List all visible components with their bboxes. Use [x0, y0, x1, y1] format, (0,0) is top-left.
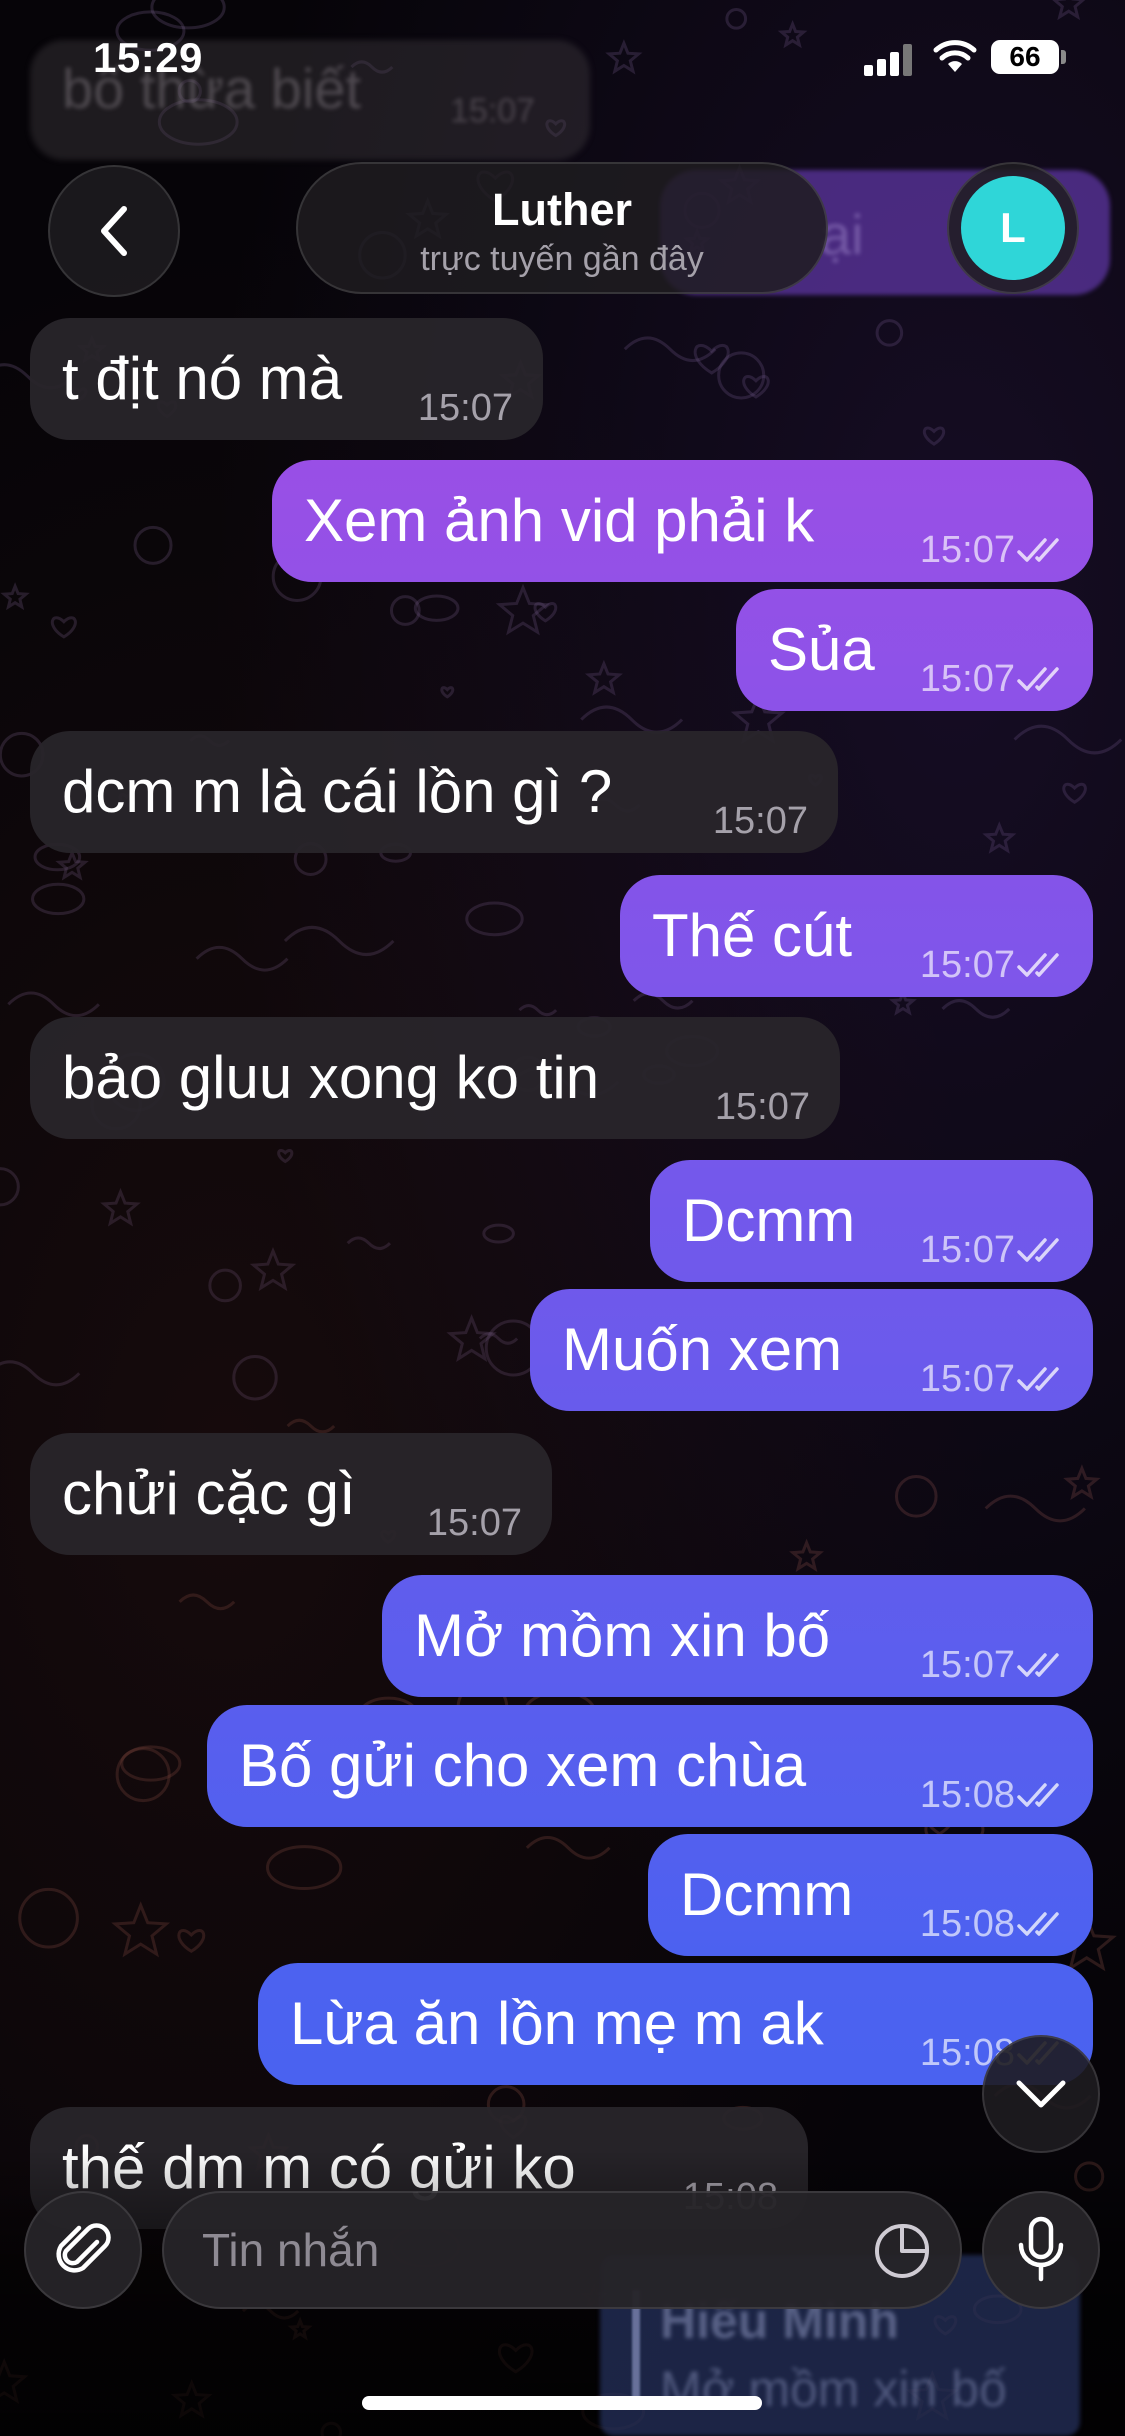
message-text: dcm m là cái lồn gì ?: [62, 758, 613, 825]
message-input[interactable]: Tin nhắn: [162, 2191, 962, 2309]
message-time: 15:07: [417, 387, 513, 429]
message-time: 15:07: [919, 1229, 1015, 1271]
message-text: Sủa: [768, 616, 875, 683]
message-time: 15:07: [919, 1358, 1015, 1400]
scroll-down-button[interactable]: [982, 2035, 1100, 2153]
battery-icon: 66: [991, 40, 1059, 74]
wifi-icon: [933, 40, 977, 72]
message-text: Xem ảnh vid phải k: [304, 487, 815, 554]
message-time: 15:08: [919, 1903, 1015, 1945]
contact-status: trực tuyến gần đây: [420, 240, 704, 278]
outgoing-message[interactable]: Muốn xem 15:07: [530, 1289, 1093, 1411]
message-text: t địt nó mà: [62, 345, 343, 412]
message-text: Dcmm: [682, 1187, 856, 1254]
message-text: Lừa ăn lồn mẹ m ak: [290, 1990, 824, 2057]
outgoing-message[interactable]: Xem ảnh vid phải k 15:07: [272, 460, 1093, 582]
message-text: Thế cút: [652, 902, 853, 969]
incoming-message[interactable]: chửi cặc gì 15:07: [30, 1433, 552, 1555]
microphone-button[interactable]: [982, 2191, 1100, 2309]
sticker-icon[interactable]: [872, 2221, 932, 2281]
message-text: bảo gluu xong ko tin: [62, 1044, 600, 1111]
outgoing-message[interactable]: Thế cút 15:07: [620, 875, 1093, 997]
read-ticks-icon: [1017, 1653, 1059, 1677]
back-chevron-icon: [101, 206, 127, 256]
status-bar: 15:29 66: [0, 0, 1125, 130]
read-ticks-icon: [1017, 667, 1059, 691]
contact-name: Luther: [492, 184, 632, 235]
status-time: 15:29: [93, 34, 203, 81]
chat-screen: bố thừa biết 15:07 ại 15:29 66 Luther tr…: [0, 0, 1125, 2436]
read-ticks-icon: [1017, 1238, 1059, 1262]
avatar-button[interactable]: L: [947, 162, 1079, 294]
outgoing-message[interactable]: Mở mồm xin bố 15:07: [382, 1575, 1093, 1697]
message-time: 15:07: [919, 529, 1015, 571]
message-text: Mở mồm xin bố: [414, 1602, 831, 1669]
message-text: Dcmm: [680, 1861, 854, 1928]
chat-title[interactable]: Luther trực tuyến gần đây: [296, 162, 828, 294]
read-ticks-icon: [1017, 1783, 1059, 1807]
message-time: 15:07: [919, 1644, 1015, 1686]
battery-tip: [1061, 50, 1066, 64]
incoming-message[interactable]: t địt nó mà 15:07: [30, 318, 543, 440]
message-time: 15:07: [426, 1502, 522, 1544]
incoming-message[interactable]: dcm m là cái lồn gì ? 15:07: [30, 731, 838, 853]
message-input-placeholder: Tin nhắn: [202, 2224, 380, 2276]
chevron-down-icon: [1016, 2080, 1066, 2108]
outgoing-message[interactable]: Lừa ăn lồn mẹ m ak 15:08: [258, 1963, 1093, 2085]
paperclip-icon: [56, 2223, 111, 2273]
read-ticks-icon: [1017, 953, 1059, 977]
message-time: 15:07: [714, 1086, 810, 1128]
outgoing-message[interactable]: Bố gửi cho xem chùa 15:08: [207, 1705, 1093, 1827]
message-time: 15:08: [919, 1774, 1015, 1816]
incoming-message[interactable]: bảo gluu xong ko tin 15:07: [30, 1017, 840, 1139]
microphone-icon: [1018, 2216, 1064, 2282]
message-text: chửi cặc gì: [62, 1460, 356, 1527]
back-button[interactable]: [48, 165, 180, 297]
attach-button[interactable]: [24, 2191, 142, 2309]
read-ticks-icon: [1017, 1912, 1059, 1936]
message-time: 15:07: [919, 944, 1015, 986]
message-text: Bố gửi cho xem chùa: [239, 1732, 807, 1799]
message-time: 15:07: [712, 800, 808, 842]
read-ticks-icon: [1017, 538, 1059, 562]
read-ticks-icon: [1017, 1367, 1059, 1391]
home-indicator: [362, 2396, 762, 2410]
outgoing-message[interactable]: Dcmm 15:07: [650, 1160, 1093, 1282]
avatar: L: [961, 176, 1065, 280]
outgoing-message[interactable]: Sủa 15:07: [736, 589, 1093, 711]
message-time: 15:07: [919, 658, 1015, 700]
signal-icon: [864, 42, 914, 76]
outgoing-message[interactable]: Dcmm 15:08: [648, 1834, 1093, 1956]
message-text: Muốn xem: [562, 1316, 843, 1383]
